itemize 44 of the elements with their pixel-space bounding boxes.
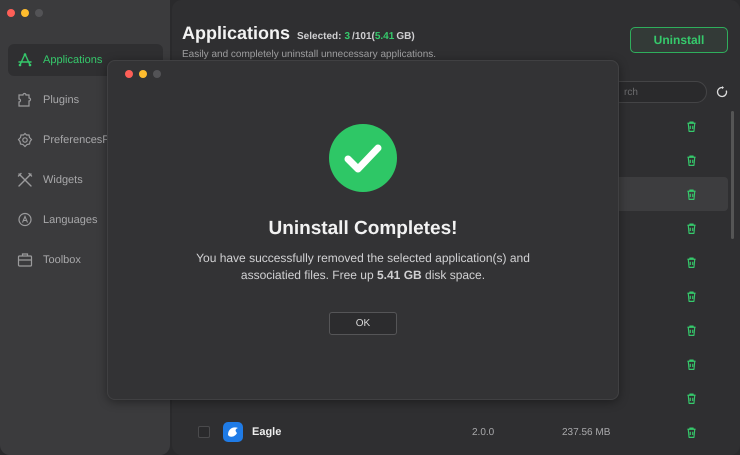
language-icon [17,212,33,228]
page-title: Applications [182,23,290,44]
app-size: 237.56 MB [562,426,610,438]
app-store-icon [17,52,33,68]
uninstall-button[interactable]: Uninstall [630,27,728,53]
trash-icon[interactable] [685,120,698,132]
checkbox[interactable] [198,426,210,438]
trash-icon[interactable] [685,154,698,166]
app-version: 2.0.0 [472,426,496,438]
toolbox-icon [17,252,33,268]
app-name: Eagle [252,426,282,438]
dialog-title: Uninstall Completes! [268,218,458,240]
sidebar-item[interactable]: Toolbox [8,244,163,276]
trash-icon[interactable] [685,290,698,302]
trash-icon[interactable] [685,222,698,234]
close-window-button[interactable] [125,70,133,78]
refresh-icon[interactable] [716,86,728,98]
trash-icon[interactable] [685,188,698,200]
sidebar-item[interactable]: Plugins [8,84,163,116]
dialog-message: You have successfully removed the selected application(s) and associatied files. Free up 5.41 GB disk space. [195,250,531,284]
selected-size: 5.41 [374,31,394,42]
trash-icon[interactable] [685,358,698,370]
size-unit: GB) [396,31,415,42]
gear-icon [17,132,33,148]
trash-icon[interactable] [685,426,698,438]
scrollbar[interactable] [731,111,734,239]
app-icon [223,422,243,442]
minimize-window-button[interactable] [21,9,29,17]
minimize-window-button[interactable] [139,70,147,78]
trash-icon[interactable] [685,256,698,268]
puzzle-icon [17,92,33,108]
sidebar-item[interactable]: PreferencesP [8,124,163,156]
total-count: /101( [352,31,375,42]
trash-icon[interactable] [685,324,698,336]
tools-icon [17,172,33,188]
close-window-button[interactable] [7,9,15,17]
selected-count: 3 [344,31,350,42]
sidebar-item[interactable]: Languages [8,204,163,236]
success-check-icon [329,124,397,192]
sidebar-item[interactable]: Widgets [8,164,163,196]
page-subtitle: Easily and completely uninstall unnecessary applications. [182,49,436,60]
trash-icon[interactable] [685,392,698,404]
ok-button[interactable]: OK [329,312,397,335]
selected-label: Selected: [297,31,342,42]
